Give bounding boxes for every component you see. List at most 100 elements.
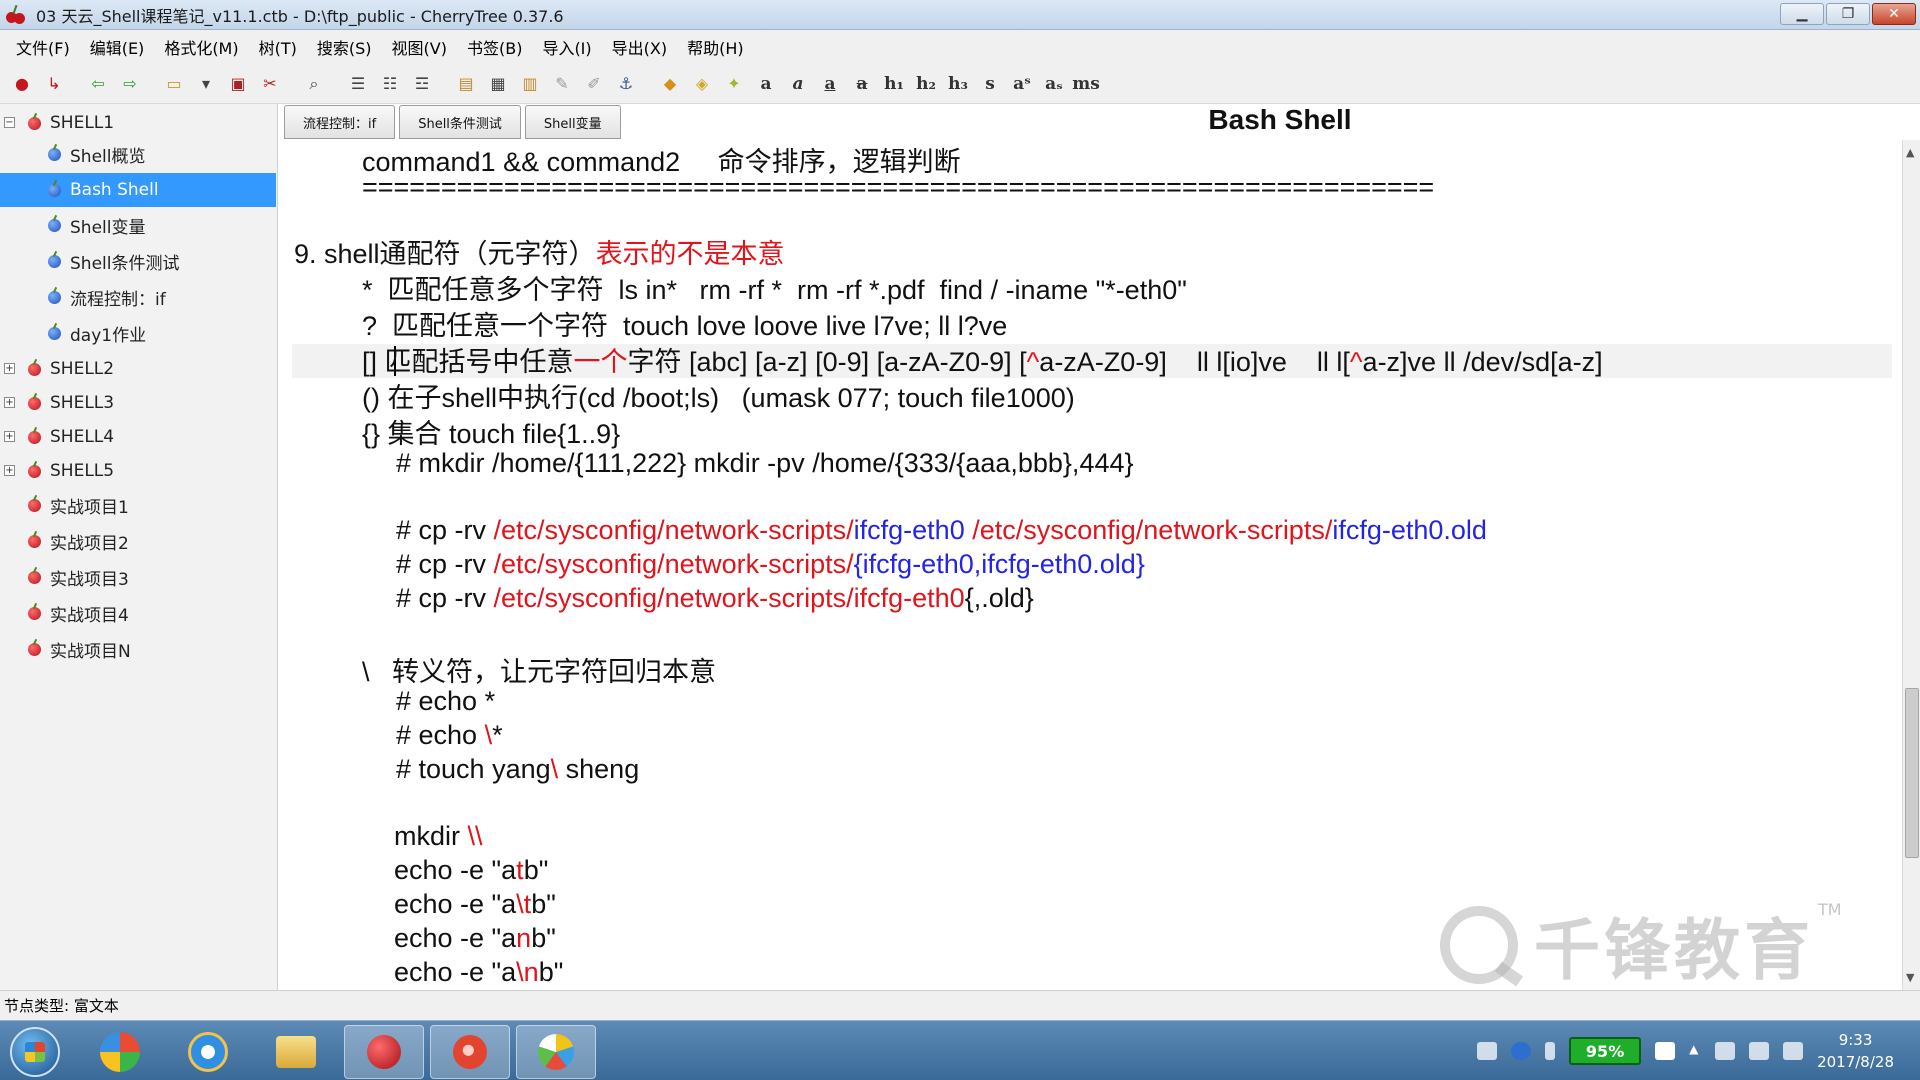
rich-text-editor[interactable]: command1 && command2 命令排序，逻辑判断 ==========… (280, 140, 1902, 990)
tree-node[interactable]: 实战项目1 (0, 488, 276, 522)
underline-icon[interactable]: a (816, 70, 844, 98)
menu-tree[interactable]: 树(T) (249, 35, 307, 59)
scroll-up-arrow-icon[interactable]: ▲ (1906, 146, 1914, 159)
insert-codebox-icon[interactable]: ▥ (516, 70, 544, 98)
network-icon[interactable] (1749, 1042, 1770, 1060)
menu-help[interactable]: 帮助(H) (677, 35, 754, 59)
cut-node-icon[interactable]: ✂ (256, 70, 284, 98)
format-clone-icon[interactable]: ✦ (720, 70, 748, 98)
go-forward-icon[interactable]: ⇨ (116, 70, 144, 98)
expand-icon[interactable]: + (4, 397, 15, 408)
tree-node[interactable]: 流程控制：if (0, 280, 276, 314)
help-icon[interactable] (1511, 1042, 1532, 1060)
close-button[interactable]: ✕ (1872, 3, 1916, 25)
insert-image-icon[interactable]: ▤ (452, 70, 480, 98)
save-icon[interactable]: ▣ (224, 70, 252, 98)
subscript-icon[interactable]: aₛ (1040, 70, 1068, 98)
tree-node[interactable]: Shell变量 (0, 208, 276, 242)
battery-indicator[interactable]: 95% (1569, 1037, 1642, 1065)
taskbar-clock[interactable]: 9:33 2017/8/28 (1817, 1029, 1894, 1073)
italic-icon[interactable]: a (784, 70, 812, 98)
taskbar-cherrytree[interactable] (344, 1025, 424, 1079)
bullet-list-icon[interactable]: ☰ (344, 70, 372, 98)
show-hidden-icons-icon[interactable]: ▲ (1689, 1042, 1701, 1060)
monospace-icon[interactable]: ms (1072, 70, 1100, 98)
expand-icon[interactable]: + (4, 465, 15, 476)
insert-anchor-icon[interactable]: ⚓ (612, 70, 640, 98)
tree-node[interactable]: 实战项目2 (0, 524, 276, 558)
menu-bookmarks[interactable]: 书签(B) (457, 35, 532, 59)
menu-view[interactable]: 视图(V) (382, 35, 457, 59)
node-history-tabs: 流程控制：if Shell条件测试 Shell变量 (284, 105, 621, 139)
cherry-node-icon (48, 322, 61, 340)
superscript-icon[interactable]: aˢ (1008, 70, 1036, 98)
windows-start-button[interactable] (10, 1027, 60, 1077)
todo-list-icon[interactable]: ☲ (408, 70, 436, 98)
scrollbar-thumb[interactable] (1905, 688, 1919, 858)
expand-icon[interactable]: + (4, 363, 15, 374)
network-device-icon[interactable] (1715, 1042, 1736, 1060)
tab-flow-control-if[interactable]: 流程控制：if (284, 105, 396, 139)
text: echo -e "a (394, 855, 517, 885)
minimize-button[interactable]: ▁ (1780, 3, 1824, 25)
text-color-icon[interactable]: ◆ (656, 70, 684, 98)
restore-button[interactable]: ❐ (1826, 3, 1870, 25)
go-back-icon[interactable]: ⇦ (84, 70, 112, 98)
volume-icon[interactable] (1783, 1042, 1804, 1060)
strikethrough-icon[interactable]: a (848, 70, 876, 98)
tree-node[interactable]: + SHELL2 (0, 352, 276, 386)
add-node-icon[interactable]: ● (8, 70, 36, 98)
taskbar-multicolor-app[interactable] (80, 1025, 160, 1079)
search-icon[interactable]: ⌕ (300, 70, 328, 98)
tab-shell-condition-test[interactable]: Shell条件测试 (399, 105, 521, 139)
taskbar-snail-app[interactable] (430, 1025, 510, 1079)
text-line: # echo \* (396, 720, 503, 751)
tab-shell-variables[interactable]: Shell变量 (524, 105, 621, 139)
insert-link-alt-icon[interactable]: ✐ (580, 70, 608, 98)
menu-format[interactable]: 格式化(M) (154, 35, 248, 59)
tree-node[interactable]: Bash Shell (0, 173, 276, 207)
insert-table-icon[interactable]: ▦ (484, 70, 512, 98)
menu-file[interactable]: 文件(F) (6, 35, 80, 59)
open-dropdown-icon[interactable]: ▾ (192, 70, 220, 98)
menu-import[interactable]: 导入(I) (532, 35, 601, 59)
tree-node[interactable]: Shell概览 (0, 137, 276, 171)
add-subnode-icon[interactable]: ↳ (40, 70, 68, 98)
open-folder-icon[interactable]: ▭ (160, 70, 188, 98)
numbered-list-icon[interactable]: ☷ (376, 70, 404, 98)
keyboard-icon[interactable] (1477, 1042, 1498, 1060)
tree-node[interactable]: 实战项目3 (0, 560, 276, 594)
tree-node[interactable]: day1作业 (0, 316, 276, 350)
taskbar-paint-app[interactable] (516, 1025, 596, 1079)
background-color-icon[interactable]: ◈ (688, 70, 716, 98)
tree-node[interactable]: Shell条件测试 (0, 244, 276, 278)
red-text: \n (516, 957, 539, 987)
bold-icon[interactable]: a (752, 70, 780, 98)
collapse-icon[interactable]: − (4, 117, 15, 128)
cherry-node-icon (48, 214, 61, 232)
folder-icon (276, 1036, 316, 1068)
insert-link-icon[interactable]: ✎ (548, 70, 576, 98)
menu-search[interactable]: 搜索(S) (307, 35, 382, 59)
cherry-node-icon (28, 494, 41, 512)
tree-node[interactable]: 实战项目N (0, 632, 276, 666)
taskbar-file-explorer[interactable] (256, 1025, 336, 1079)
tree-node[interactable]: + SHELL4 (0, 420, 276, 454)
tray-expand-icon[interactable] (1545, 1042, 1556, 1060)
h2-icon[interactable]: h₂ (912, 70, 940, 98)
expand-icon[interactable]: + (4, 431, 15, 442)
h1-icon[interactable]: h₁ (880, 70, 908, 98)
plug-icon[interactable] (1655, 1042, 1676, 1060)
tree-node[interactable]: − SHELL1 (0, 106, 276, 140)
menu-export[interactable]: 导出(X) (602, 35, 677, 59)
scroll-down-arrow-icon[interactable]: ▼ (1906, 971, 1914, 984)
tree-node[interactable]: 实战项目4 (0, 596, 276, 630)
menu-edit[interactable]: 编辑(E) (80, 35, 155, 59)
editor-vertical-scrollbar[interactable]: ▲ ▼ (1902, 140, 1920, 990)
h3-icon[interactable]: h₃ (944, 70, 972, 98)
tree-node[interactable]: + SHELL3 (0, 386, 276, 420)
taskbar-internet-explorer[interactable] (168, 1025, 248, 1079)
tree-node-label: 实战项目2 (50, 533, 129, 554)
tree-node[interactable]: + SHELL5 (0, 454, 276, 488)
small-text-icon[interactable]: s (976, 70, 1004, 98)
